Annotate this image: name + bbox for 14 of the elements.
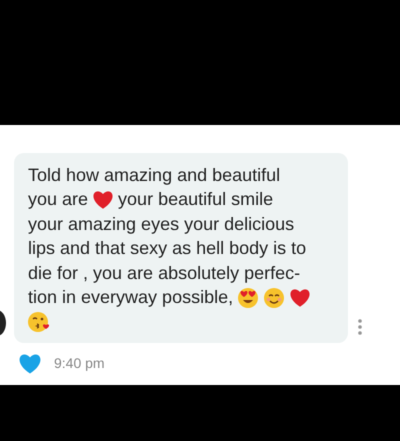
message-text: you are: [28, 189, 88, 210]
message-text: tion in everyway possible,: [28, 287, 234, 308]
message-text: Told how amazing and beautiful: [28, 164, 280, 186]
message-text: lips and that sexy as hell body is to: [28, 238, 306, 260]
more-options-icon[interactable]: [357, 318, 363, 336]
message-text: your amazing eyes your delicious: [28, 214, 294, 235]
heart-eyes-face-icon: [237, 286, 260, 309]
message-text: die for , you are absolutely perfec-: [28, 262, 300, 284]
heart-icon: [289, 288, 312, 308]
kissing-face-icon: [28, 311, 50, 334]
message-text: your beautiful smile: [118, 189, 274, 210]
message-time: 9:40 pm: [54, 355, 105, 372]
heart-icon: [92, 190, 114, 210]
smiling-face-icon: [263, 286, 286, 309]
